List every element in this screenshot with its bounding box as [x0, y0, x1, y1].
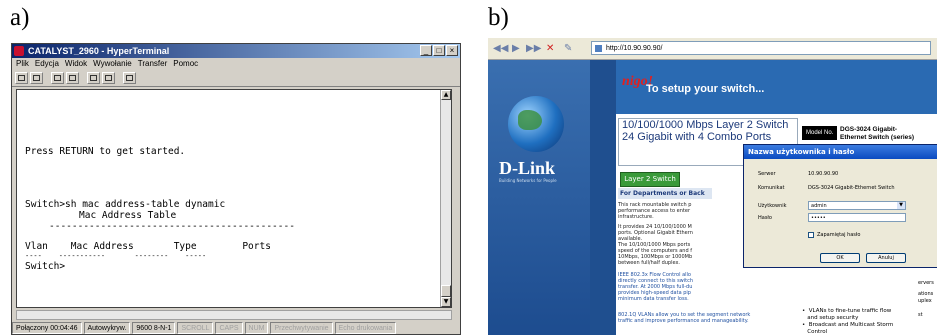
login-dialog: Nazwa użytkownika i hasło ✕ Serwer 10.90… [743, 144, 937, 268]
table-title-line: Mac Address Table [79, 210, 177, 221]
department-heading: For Departments or Back [618, 188, 712, 199]
call-icon[interactable] [51, 72, 64, 84]
close-button[interactable]: × [446, 45, 458, 56]
server-value: 10.90.90.90 [808, 171, 839, 177]
title-bar[interactable]: CATALYST_2960 - HyperTerminal _ □ × [12, 44, 460, 58]
minimize-button[interactable]: _ [420, 45, 432, 56]
model-label: Model No. [802, 126, 838, 140]
username-field[interactable]: admin ▼ [808, 201, 906, 210]
dlink-sidebar: D-Link Building Networks for People [488, 60, 590, 335]
status-caps: CAPS [215, 322, 243, 334]
menu-view[interactable]: Widok [65, 58, 87, 70]
vlan-paragraph: 802.1Q VLANs allow you to set the segmen… [618, 312, 751, 324]
status-echo: Echo drukowania [334, 322, 397, 334]
send-icon[interactable] [87, 72, 100, 84]
receive-icon[interactable] [102, 72, 115, 84]
back-icon[interactable]: ◀◀ [493, 43, 508, 54]
clipped-text: st [918, 312, 923, 318]
menu-transfer[interactable]: Transfer [138, 58, 168, 70]
hyperterminal-icon [14, 46, 24, 56]
window-title: CATALYST_2960 - HyperTerminal [28, 46, 170, 56]
password-label: Hasło [758, 215, 772, 221]
menu-bar: Plik Edycja Widok Wywołanie Transfer Pom… [12, 58, 460, 70]
model-name: DGS-3024 Gigabit- Ethernet Switch (serie… [840, 126, 914, 142]
command-line: Switch>sh mac address-table dynamic [25, 199, 226, 210]
password-field[interactable]: ••••• [808, 213, 906, 222]
product-line-1: 10/100/1000 Mbps Layer 2 Switch [622, 119, 789, 131]
forward-icon[interactable]: ▶ [512, 43, 520, 54]
model-name-line-1: DGS-3024 Gigabit- [840, 126, 898, 133]
chevron-down-icon[interactable]: ▼ [897, 202, 905, 209]
panel-label-a: a) [10, 4, 30, 31]
toolbar [12, 70, 460, 87]
menu-edit[interactable]: Edycja [35, 58, 59, 70]
intro-paragraph: This rack mountable switch p performance… [618, 202, 692, 220]
menu-help[interactable]: Pomoc [173, 58, 198, 70]
panel-label-b: b) [488, 4, 509, 31]
scroll-up-icon[interactable]: ▲ [441, 90, 451, 100]
stop-icon[interactable]: ✕ [546, 43, 554, 54]
cancel-button[interactable]: Anuluj [866, 253, 906, 263]
status-connected: Połączony 00:04:46 [12, 322, 82, 334]
status-capture: Przechwytywanie [270, 322, 333, 334]
maximize-button[interactable]: □ [433, 45, 445, 56]
flow-control-paragraph: IEEE 802.3x Flow Control allo directly c… [618, 272, 694, 302]
product-line-2: 24 Gigabit with 4 Combo Ports [622, 131, 772, 143]
ok-button[interactable]: OK [820, 253, 860, 263]
clipped-text: ervers [918, 280, 934, 286]
username-label: Użytkownik [758, 203, 787, 209]
hyperterminal-window: CATALYST_2960 - HyperTerminal _ □ × Plik… [11, 43, 461, 335]
press-return-line: Press RETURN to get started. [25, 146, 186, 157]
server-label: Serwer [758, 171, 776, 177]
open-icon[interactable] [30, 72, 43, 84]
scroll-down-icon[interactable]: ▼ [441, 297, 451, 307]
feature-bullets: • VLANs to fine-tune traffic flow and se… [802, 308, 894, 335]
browser-window: ◀◀ ▶ ▶▶ ✕ ✎ http://10.90.90.90/ D-Link B… [488, 38, 937, 335]
scroll-thumb[interactable] [441, 285, 451, 297]
password-value: ••••• [811, 215, 826, 221]
model-name-line-2: Ethernet Switch (series) [840, 134, 915, 141]
horizontal-scrollbar[interactable] [16, 310, 452, 320]
browser-toolbar: ◀◀ ▶ ▶▶ ✕ ✎ http://10.90.90.90/ [488, 38, 937, 60]
address-text: http://10.90.90.90/ [606, 45, 663, 52]
edit-icon[interactable]: ✎ [564, 43, 572, 54]
message-label: Komunikat [758, 185, 785, 191]
remember-password-label: Zapamiętaj hasło [817, 232, 861, 238]
globe-logo-icon [508, 96, 564, 152]
menu-file[interactable]: Plik [16, 58, 29, 70]
forward-icon-2[interactable]: ▶▶ [526, 43, 541, 54]
clipped-text: uplex [918, 298, 932, 304]
layer2-switch-tab[interactable]: Layer 2 Switch [620, 172, 680, 187]
status-bar: Połączony 00:04:46 Autowykryw. 9600 8-N-… [12, 322, 460, 334]
new-connection-icon[interactable] [15, 72, 28, 84]
address-bar[interactable]: http://10.90.90.90/ [591, 41, 931, 55]
terminal-screen[interactable]: Press RETURN to get started. Switch>sh m… [16, 89, 452, 308]
page-icon [595, 45, 602, 52]
status-detect: Autowykryw. [83, 322, 131, 334]
status-num: NUM [244, 322, 269, 334]
status-params: 9600 8-N-1 [132, 322, 176, 334]
clipped-text: ations [918, 291, 934, 297]
message-value: DGS-3024 Gigabit-Ethernet Switch [808, 185, 895, 191]
status-scroll: SCROLL [177, 322, 214, 334]
dlink-tagline: Building Networks for People [499, 178, 557, 183]
banner-title: To setup your switch... [646, 83, 765, 95]
dialog-title-bar[interactable]: Nazwa użytkownika i hasło ✕ [744, 145, 937, 159]
disconnect-icon[interactable] [66, 72, 79, 84]
dlink-logo: D-Link [499, 158, 556, 178]
menu-call[interactable]: Wywołanie [93, 58, 132, 70]
banner: nigo! To setup your switch... [616, 60, 937, 114]
remember-password-checkbox[interactable] [808, 232, 814, 238]
dialog-title: Nazwa użytkownika i hasło [748, 148, 855, 156]
username-value: admin [811, 203, 827, 209]
properties-icon[interactable] [123, 72, 136, 84]
ports-paragraph: It provides 24 10/100/1000 M ports. Opti… [618, 224, 693, 266]
vertical-scrollbar[interactable]: ▲ ▼ [440, 90, 451, 307]
dash-line: ----------------------------------------… [49, 221, 295, 232]
prompt-line: Switch> [25, 261, 66, 272]
